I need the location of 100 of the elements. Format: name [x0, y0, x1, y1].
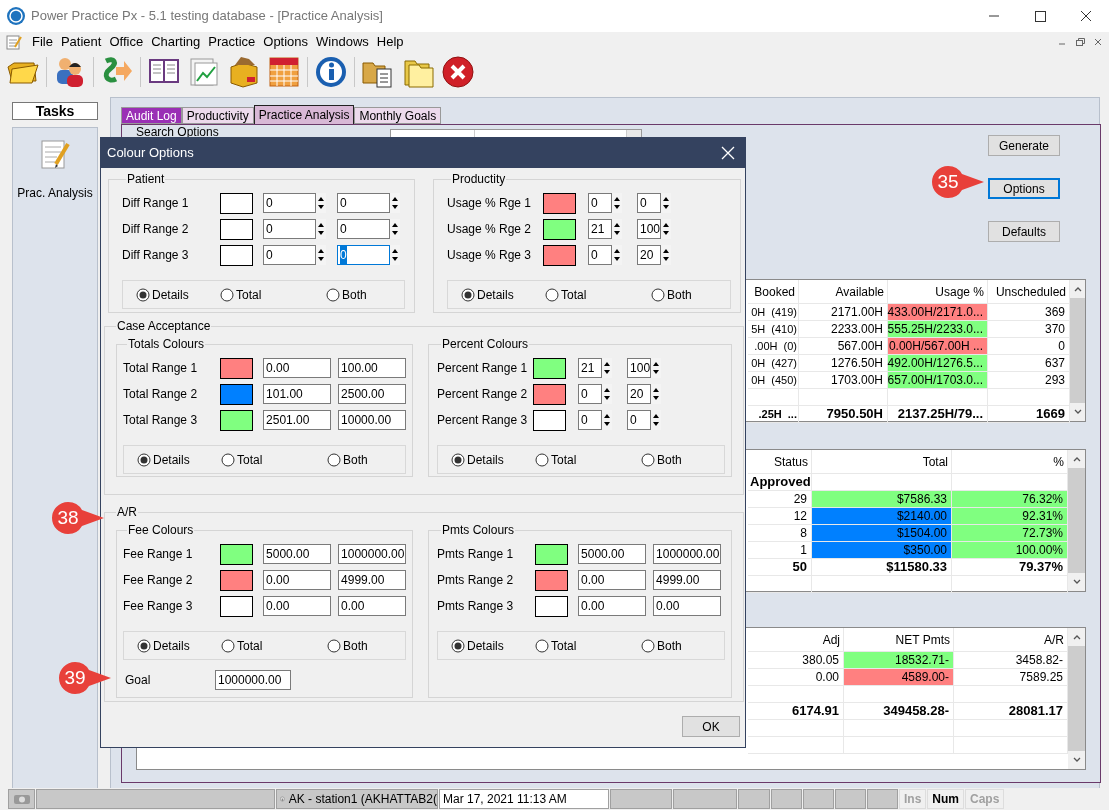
radio-button[interactable]: Total: [221, 636, 327, 655]
input-field[interactable]: 0.00: [653, 596, 722, 616]
colour-swatch[interactable]: [220, 218, 253, 240]
radio-icon[interactable]: [461, 287, 475, 302]
menu-item[interactable]: Windows: [312, 31, 373, 52]
input-field[interactable]: 0: [263, 193, 316, 213]
radio-button[interactable]: Details: [451, 450, 536, 469]
menu-item[interactable]: Help: [372, 31, 408, 52]
radio-icon[interactable]: [641, 452, 656, 467]
radio-button[interactable]: Both: [327, 450, 368, 469]
spinner[interactable]: [390, 219, 400, 239]
input-field[interactable]: 1000000.00: [215, 670, 291, 690]
input-field[interactable]: 0: [627, 410, 652, 430]
spinner[interactable]: [316, 245, 326, 265]
input-field[interactable]: 20: [637, 245, 661, 265]
radio-button[interactable]: Both: [651, 285, 692, 304]
radio-icon[interactable]: [221, 452, 235, 467]
radio-button[interactable]: Total: [220, 285, 326, 304]
input-field[interactable]: 101.00: [263, 384, 332, 404]
radio-icon[interactable]: [451, 638, 466, 653]
column-header[interactable]: Usage %: [935, 282, 984, 301]
colour-swatch[interactable]: [220, 543, 254, 565]
spinner[interactable]: [390, 245, 400, 265]
spinner[interactable]: [612, 193, 622, 213]
input-field[interactable]: 100: [637, 219, 661, 239]
radio-button[interactable]: Both: [326, 285, 367, 304]
menu-item[interactable]: Patient: [56, 31, 106, 52]
tab[interactable]: Audit Log: [121, 107, 182, 124]
scrollbar[interactable]: [1068, 450, 1085, 591]
spinner[interactable]: [602, 410, 613, 430]
radio-button[interactable]: Total: [545, 285, 651, 304]
colour-swatch[interactable]: [220, 569, 254, 591]
radio-button[interactable]: Total: [535, 636, 642, 655]
radio-icon[interactable]: [137, 638, 151, 653]
chart-document-icon[interactable]: [187, 55, 221, 89]
colour-swatch[interactable]: [535, 595, 569, 617]
input-field[interactable]: 4999.00: [338, 570, 407, 590]
spinner[interactable]: [316, 193, 326, 213]
colour-swatch[interactable]: [543, 244, 576, 266]
menu-item[interactable]: Charting: [147, 31, 205, 52]
radio-icon[interactable]: [327, 638, 341, 653]
input-field[interactable]: 100: [627, 358, 652, 378]
radio-button[interactable]: Total: [221, 450, 327, 469]
box-icon[interactable]: [227, 55, 261, 89]
radio-icon[interactable]: [535, 452, 550, 467]
radio-button[interactable]: Details: [137, 450, 221, 469]
colour-swatch[interactable]: [220, 595, 254, 617]
radio-icon[interactable]: [535, 638, 550, 653]
info-icon[interactable]: [314, 55, 348, 89]
spinner[interactable]: [602, 358, 613, 378]
input-field[interactable]: 2500.00: [338, 384, 407, 404]
spinner[interactable]: [661, 219, 671, 239]
radio-icon[interactable]: [326, 287, 340, 302]
input-field[interactable]: 0: [263, 219, 316, 239]
input-field[interactable]: 0.00: [263, 358, 332, 378]
radio-button[interactable]: Details: [137, 636, 221, 655]
input-field[interactable]: 0: [637, 193, 661, 213]
spinner[interactable]: [612, 219, 622, 239]
input-field[interactable]: 0: [578, 410, 603, 430]
input-field[interactable]: 5000.00: [578, 544, 647, 564]
ok-button[interactable]: OK: [682, 716, 740, 737]
calendar-icon[interactable]: [267, 55, 301, 89]
input-field[interactable]: 0.00: [578, 570, 647, 590]
colour-swatch[interactable]: [220, 409, 254, 431]
task-item[interactable]: Prac. Analysis: [17, 184, 93, 202]
close-icon[interactable]: [441, 55, 475, 89]
input-field[interactable]: 1000000.00: [338, 544, 407, 564]
input-field[interactable]: 0: [588, 245, 612, 265]
radio-icon[interactable]: [136, 287, 150, 302]
radio-icon[interactable]: [651, 287, 665, 302]
colour-swatch[interactable]: [220, 383, 254, 405]
column-header[interactable]: Adj: [822, 630, 840, 649]
input-field[interactable]: 4999.00: [653, 570, 722, 590]
radio-icon[interactable]: [137, 452, 151, 467]
button[interactable]: Options: [988, 178, 1060, 199]
column-header[interactable]: Unscheduled: [995, 282, 1066, 301]
input-field[interactable]: 100.00: [338, 358, 407, 378]
radio-icon[interactable]: [545, 287, 559, 302]
menu-item[interactable]: Practice: [204, 31, 260, 52]
column-header[interactable]: Total: [922, 452, 948, 471]
spinner[interactable]: [612, 245, 622, 265]
input-field[interactable]: 1000000.00: [653, 544, 722, 564]
radio-button[interactable]: Both: [327, 636, 368, 655]
tab[interactable]: Practice Analysis: [253, 105, 355, 124]
input-field[interactable]: 0: [337, 193, 390, 213]
scrollbar[interactable]: [1070, 280, 1085, 421]
tab[interactable]: Productivity: [181, 107, 254, 124]
column-header[interactable]: %: [1053, 452, 1064, 471]
input-field[interactable]: 0.00: [338, 596, 407, 616]
spinner[interactable]: [661, 245, 671, 265]
colour-swatch[interactable]: [220, 357, 254, 379]
spinner[interactable]: [651, 384, 662, 404]
radio-button[interactable]: Details: [136, 285, 220, 304]
spinner[interactable]: [651, 358, 662, 378]
column-header[interactable]: Booked: [754, 282, 795, 301]
colour-swatch[interactable]: [535, 569, 569, 591]
colour-swatch[interactable]: [220, 244, 253, 266]
input-field[interactable]: 0.00: [263, 596, 332, 616]
input-field[interactable]: 0.00: [263, 570, 332, 590]
input-field[interactable]: 0: [578, 384, 603, 404]
